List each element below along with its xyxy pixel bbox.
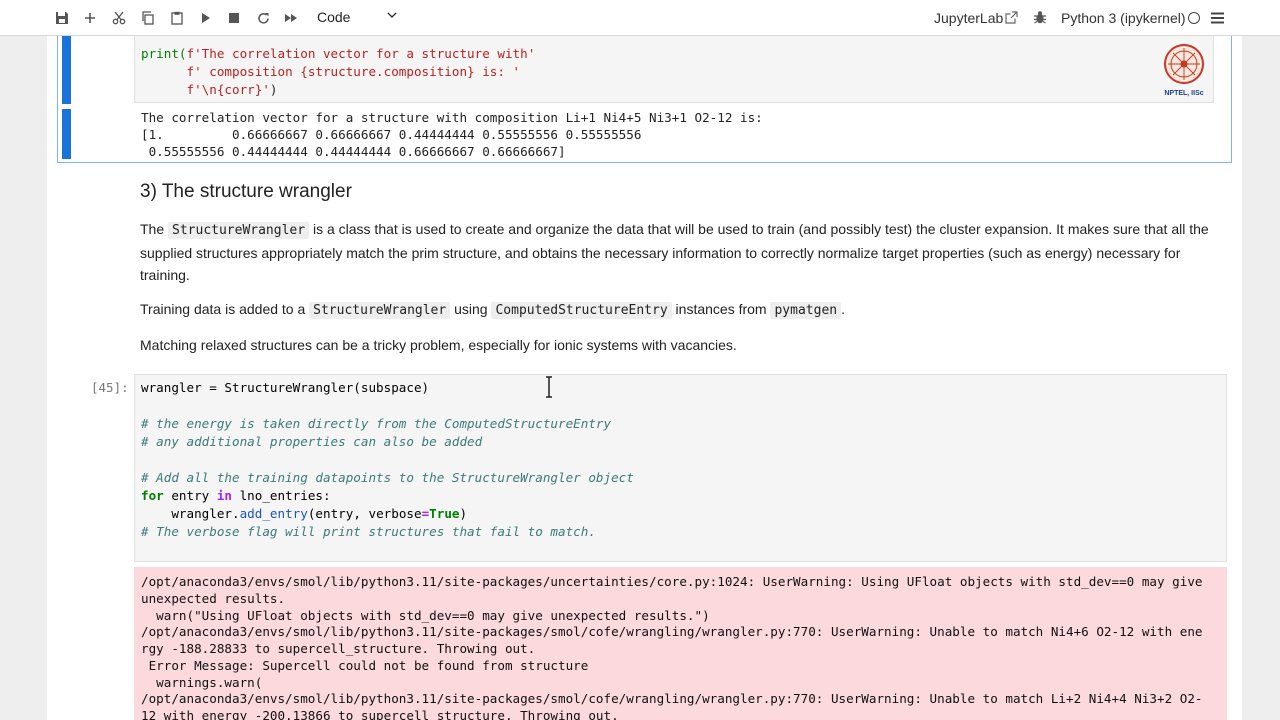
code-line: f'\n{corr}') bbox=[186, 82, 278, 97]
execution-count: [45]: bbox=[91, 380, 129, 395]
external-link-icon[interactable] bbox=[1005, 11, 1018, 24]
chevron-down-icon[interactable] bbox=[387, 12, 397, 19]
save-icon[interactable] bbox=[52, 8, 72, 28]
kernel-name[interactable]: Python 3 (ipykernel) bbox=[1061, 10, 1186, 26]
stderr-line: warnings.warn( bbox=[141, 675, 263, 690]
menu-icon[interactable] bbox=[1211, 12, 1224, 24]
markdown-paragraph: The StructureWrangler is a class that is… bbox=[140, 221, 1209, 283]
code-line: f' composition {structure.composition} i… bbox=[186, 64, 521, 79]
section-heading: 3) The structure wrangler bbox=[140, 181, 352, 202]
stderr-line: /opt/anaconda3/envs/smol/lib/python3.11/… bbox=[141, 574, 1203, 589]
nptel-logo: NPTEL, IISc bbox=[1164, 44, 1204, 97]
stop-icon[interactable] bbox=[224, 8, 244, 28]
code-line: wrangler.add_entry(entry, verbose=True) bbox=[141, 506, 468, 521]
code-editor[interactable]: wrangler = StructureWrangler(subspace) #… bbox=[134, 374, 1227, 562]
inline-code: StructureWrangler bbox=[168, 222, 310, 239]
output-line: 0.55555556 0.44444444 0.44444444 0.66666… bbox=[141, 144, 566, 159]
debugger-bug-icon[interactable] bbox=[1033, 10, 1047, 25]
jupyterlab-link[interactable]: JupyterLab bbox=[934, 10, 1003, 26]
cell-type-select[interactable]: Code bbox=[317, 9, 350, 25]
markdown-paragraph: Training data is added to a StructureWra… bbox=[140, 301, 845, 319]
code-comment: # the energy is taken directly from the … bbox=[141, 416, 612, 431]
stderr-line: rgy -188.28833 to supercell_structure. T… bbox=[141, 641, 536, 656]
output-line: The correlation vector for a structure w… bbox=[141, 110, 763, 125]
fast-forward-icon[interactable] bbox=[281, 8, 301, 28]
notebook-panel: print(f'The correlation vector for a str… bbox=[47, 36, 1242, 720]
svg-text:NPTEL, IISc: NPTEL, IISc bbox=[1164, 90, 1203, 97]
run-icon[interactable] bbox=[196, 8, 216, 28]
code-comment: # Add all the training datapoints to the… bbox=[141, 470, 634, 485]
output-collapser[interactable] bbox=[62, 109, 71, 159]
kernel-idle-status-icon bbox=[1188, 12, 1200, 24]
stderr-line: /opt/anaconda3/envs/smol/lib/python3.11/… bbox=[141, 691, 1203, 706]
code-editor-top[interactable]: print(f'The correlation vector for a str… bbox=[134, 36, 1214, 103]
inline-code: StructureWrangler bbox=[309, 302, 451, 319]
stderr-line: unexpected results. bbox=[141, 591, 286, 606]
input-collapser[interactable] bbox=[62, 36, 71, 104]
add-cell-icon[interactable] bbox=[80, 8, 100, 28]
code-line: print(f'The correlation vector for a str… bbox=[141, 46, 536, 61]
inline-code: ComputedStructureEntry bbox=[491, 302, 672, 319]
paste-icon[interactable] bbox=[167, 8, 187, 28]
stderr-line: /opt/anaconda3/envs/smol/lib/python3.11/… bbox=[141, 624, 1203, 639]
stderr-line: Error Message: Supercell could not be fo… bbox=[141, 658, 589, 673]
cut-icon[interactable] bbox=[109, 8, 129, 28]
stderr-line: warn("Using UFloat objects with std_dev=… bbox=[141, 608, 710, 623]
code-line: for entry in lno_entries: bbox=[141, 488, 331, 503]
stderr-line: 12 with energy -200.13866 to supercell_s… bbox=[141, 708, 619, 720]
stderr-output: /opt/anaconda3/envs/smol/lib/python3.11/… bbox=[134, 567, 1227, 720]
copy-icon[interactable] bbox=[138, 8, 158, 28]
text-cursor-icon bbox=[546, 376, 552, 398]
markdown-paragraph: Matching relaxed structures can be a tri… bbox=[140, 337, 737, 353]
code-line: wrangler = StructureWrangler(subspace) bbox=[141, 380, 430, 395]
inline-code: pymatgen bbox=[770, 302, 842, 319]
code-comment: # The verbose flag will print structures… bbox=[141, 524, 596, 539]
notebook-toolbar: Code JupyterLab Python 3 (ipykernel) bbox=[0, 0, 1280, 36]
output-line: [1. 0.66666667 0.66666667 0.44444444 0.5… bbox=[141, 127, 642, 142]
code-comment: # any additional properties can also be … bbox=[141, 434, 483, 449]
restart-icon[interactable] bbox=[253, 8, 273, 28]
